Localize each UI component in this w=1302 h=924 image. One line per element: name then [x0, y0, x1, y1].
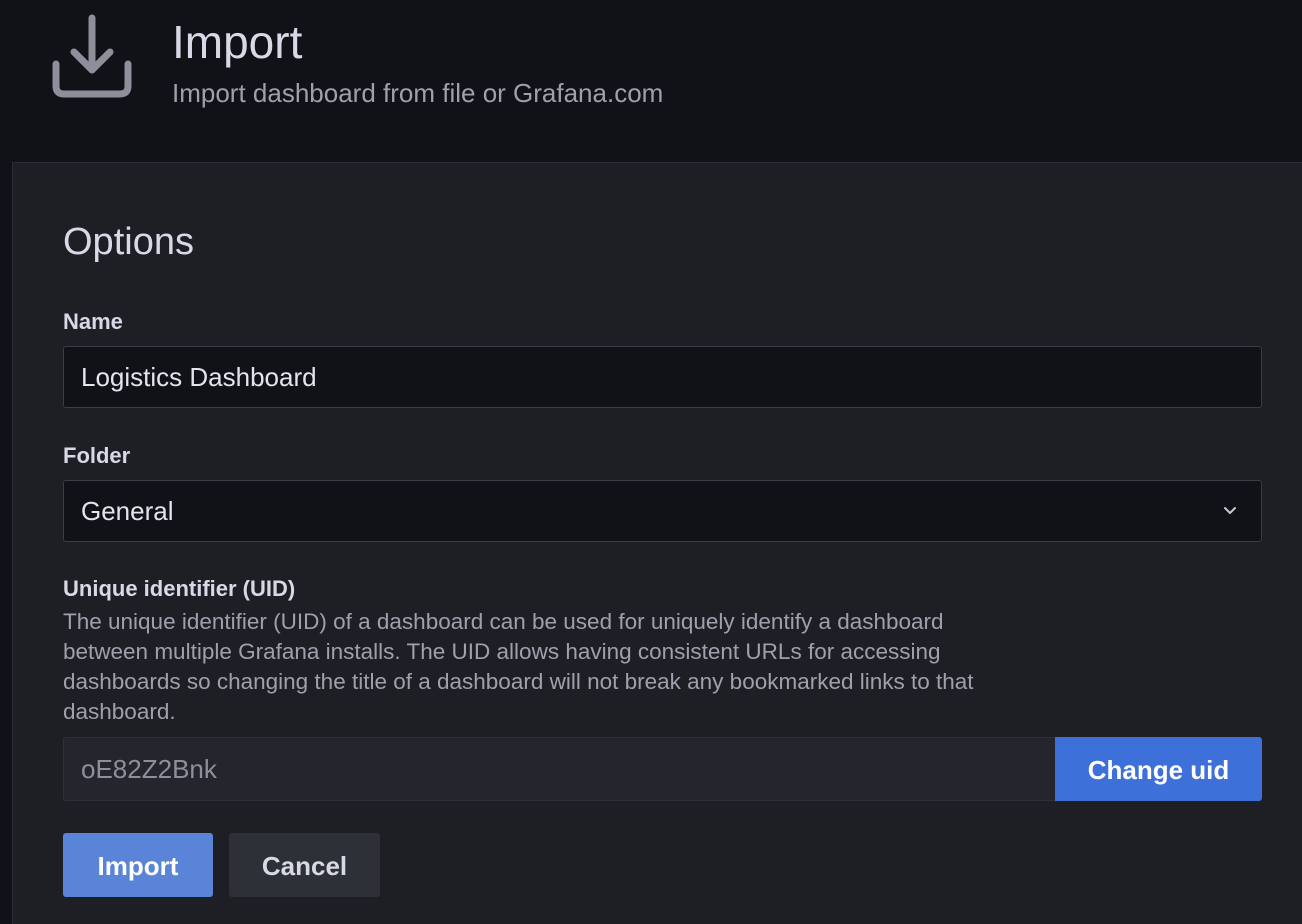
name-label: Name — [63, 309, 123, 334]
change-uid-button[interactable]: Change uid — [1055, 737, 1262, 801]
folder-select[interactable]: General — [63, 480, 1262, 542]
page-title: Import — [172, 16, 303, 68]
cancel-button[interactable]: Cancel — [229, 833, 380, 897]
page-subtitle: Import dashboard from file or Grafana.co… — [172, 78, 664, 108]
chevron-down-icon — [1221, 502, 1239, 520]
uid-label: Unique identifier (UID) — [63, 576, 296, 601]
download-icon — [50, 14, 134, 98]
uid-input: oE82Z2Bnk — [63, 737, 1055, 801]
import-button[interactable]: Import — [63, 833, 213, 897]
uid-row: oE82Z2Bnk Change uid — [63, 737, 1262, 801]
import-page: Import Import dashboard from file or Gra… — [0, 0, 1302, 924]
folder-label: Folder — [63, 443, 131, 468]
options-panel: Options Name Folder General Unique ident… — [12, 162, 1302, 924]
uid-description: The unique identifier (UID) of a dashboa… — [63, 609, 974, 724]
page-header: Import Import dashboard from file or Gra… — [0, 0, 1302, 162]
folder-selected-value: General — [81, 496, 174, 526]
options-title: Options — [63, 221, 194, 263]
name-input[interactable] — [63, 346, 1262, 408]
